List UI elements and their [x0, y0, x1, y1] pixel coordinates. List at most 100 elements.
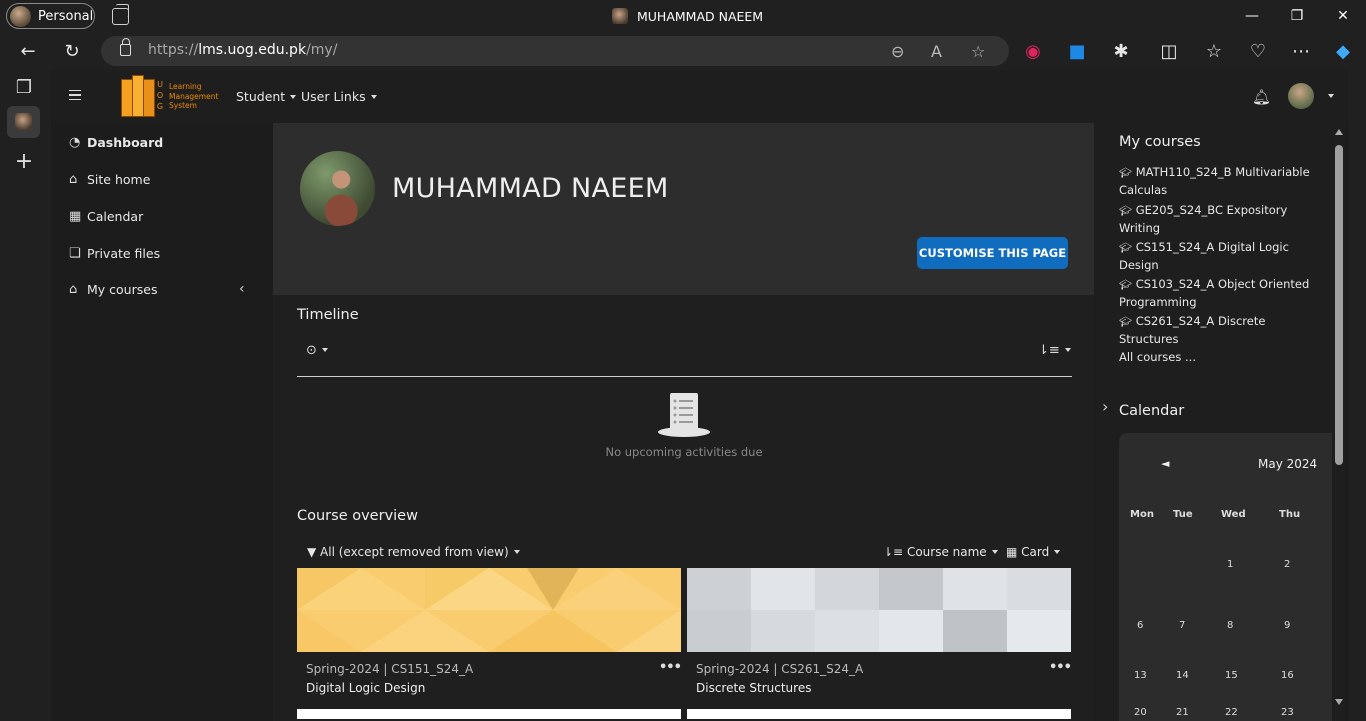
customise-page-button[interactable]: CUSTOMISE THIS PAGE — [917, 237, 1068, 269]
calendar-day[interactable]: 7 — [1179, 620, 1185, 631]
favorites-icon[interactable]: ☆ — [1203, 41, 1225, 63]
calendar-day[interactable]: 2 — [1284, 559, 1290, 570]
chevron-right-icon[interactable]: › — [1102, 397, 1108, 416]
calendar-day[interactable]: 1 — [1227, 559, 1233, 570]
my-course-link[interactable]: 🎓︎ CS261_S24_A Discrete Structures — [1119, 313, 1319, 348]
browser-toolbar: ← ↻ https://lms.uog.edu.pk/my/ ⊖ A ☆ ◉ ■… — [0, 33, 1366, 70]
chevron-left-icon[interactable]: ‹ — [239, 281, 245, 297]
course-card-name[interactable]: Discrete Structures — [696, 681, 811, 695]
drawer-item-dashboard[interactable]: ◔ Dashboard — [69, 135, 163, 150]
tab-actions-icon[interactable] — [112, 4, 129, 25]
favorite-star-icon[interactable]: ☆ — [971, 42, 985, 61]
mini-calendar: ◄ May 2024 Mon Tue Wed Thu 1 2 6 7 8 9 1… — [1119, 433, 1332, 721]
tab-favicon — [15, 113, 32, 130]
calendar-weekday: Thu — [1279, 509, 1301, 520]
my-course-link[interactable]: 🎓︎ CS103_S24_A Object Oriented Programmin… — [1119, 276, 1319, 311]
right-blocks-scrollbar[interactable] — [1333, 123, 1347, 721]
course-sort-dropdown[interactable]: ⇂≡ Course name — [883, 545, 998, 559]
calendar-day[interactable]: 8 — [1227, 620, 1233, 631]
copilot-icon[interactable]: ◆ — [1332, 41, 1354, 63]
sort-icon: ⇂≡ — [1038, 343, 1060, 358]
course-card[interactable]: Spring-2024 | CS261_S24_A Discrete Struc… — [687, 568, 1072, 721]
media-extension-icon[interactable]: ◉ — [1022, 41, 1044, 63]
lock-icon[interactable] — [120, 38, 131, 56]
back-icon[interactable]: ← — [17, 41, 39, 63]
course-card-more-icon[interactable]: ••• — [1049, 660, 1072, 675]
logo-book-3 — [143, 79, 155, 117]
calendar-prev-button[interactable]: ◄ — [1161, 457, 1169, 470]
url-text[interactable]: https://lms.uog.edu.pk/my/ — [148, 42, 337, 58]
extension-icon[interactable]: ■ — [1066, 41, 1088, 63]
address-bar[interactable]: https://lms.uog.edu.pk/my/ ⊖ A ☆ — [101, 36, 1009, 66]
tab-panel-icon[interactable]: ❐ — [14, 78, 34, 98]
course-card-image — [687, 568, 1071, 652]
user-links-menu[interactable]: User Links — [301, 89, 377, 104]
calendar-weekday: Wed — [1221, 509, 1246, 520]
calendar-day[interactable]: 15 — [1225, 670, 1238, 681]
uog-lms-logo[interactable]: UOG Learning Management System — [121, 75, 223, 119]
graduation-cap-icon: 🎓︎ — [1119, 243, 1132, 254]
read-aloud-icon[interactable]: A — [931, 42, 942, 61]
calendar-day[interactable]: 20 — [1134, 707, 1147, 718]
refresh-icon[interactable]: ↻ — [61, 41, 83, 63]
close-window-button[interactable]: ✕ — [1333, 6, 1353, 26]
calendar-day[interactable]: 23 — [1281, 707, 1294, 718]
more-options-icon[interactable]: ⋯ — [1290, 41, 1312, 63]
logo-text: Learning Management System — [169, 82, 219, 110]
right-blocks: › My courses 🎓︎ MATH110_S24_B Multivariab… — [1094, 123, 1332, 721]
timeline-sort-dropdown[interactable]: ⇂≡ — [1038, 343, 1071, 358]
scroll-down-icon[interactable] — [1335, 699, 1343, 705]
notification-bell-icon[interactable]: 🔔︎ — [1252, 88, 1271, 106]
calendar-day[interactable]: 6 — [1137, 620, 1143, 631]
calendar-month: May 2024 — [1258, 457, 1318, 471]
all-courses-link[interactable]: All courses ... — [1119, 350, 1196, 364]
lms-navbar: UOG Learning Management System Student Use… — [51, 70, 1348, 123]
scrollbar-thumb[interactable] — [1335, 145, 1343, 465]
calendar-day[interactable]: 9 — [1284, 620, 1290, 631]
user-menu-caret-icon[interactable] — [1328, 94, 1334, 98]
profile-label: Personal — [38, 8, 94, 24]
calendar-day[interactable]: 16 — [1281, 670, 1294, 681]
course-card-name[interactable]: Digital Logic Design — [306, 681, 425, 695]
active-tab[interactable] — [7, 106, 40, 138]
calendar-day[interactable]: 13 — [1134, 670, 1147, 681]
new-tab-icon[interactable]: + — [14, 151, 34, 173]
course-view-dropdown[interactable]: ▦ Card — [1006, 545, 1060, 559]
student-menu[interactable]: Student — [236, 89, 296, 104]
grid-icon: ▦ — [1006, 545, 1022, 559]
drawer-item-site-home[interactable]: ⌂ Site home — [69, 172, 150, 187]
profile-button[interactable]: Personal — [6, 3, 95, 29]
drawer-item-my-courses[interactable]: ⌂ My courses — [69, 282, 157, 297]
user-avatar[interactable] — [1288, 83, 1314, 109]
timeline-empty-message: No upcoming activities due — [605, 445, 763, 459]
calendar-day[interactable]: 21 — [1176, 707, 1189, 718]
empty-activities-icon — [658, 393, 710, 437]
scroll-up-icon[interactable] — [1335, 129, 1343, 135]
calendar-day[interactable]: 14 — [1176, 670, 1189, 681]
my-course-link[interactable]: 🎓︎ GE205_S24_BC Expository Writing — [1119, 202, 1319, 237]
browser-essentials-icon[interactable]: ♡ — [1247, 41, 1269, 63]
page-header: MUHAMMAD NAEEM CUSTOMISE THIS PAGE — [273, 123, 1094, 295]
course-card[interactable]: Spring-2024 | CS151_S24_A Digital Logic … — [297, 568, 682, 721]
course-card-next-row — [297, 709, 681, 719]
split-screen-icon[interactable]: ◫ — [1158, 41, 1180, 63]
course-filter-dropdown[interactable]: ▼ All (except removed from view) — [307, 545, 520, 559]
drawer-item-private-files[interactable]: ❏ Private files — [69, 246, 160, 261]
timeline-date-filter[interactable]: ⊙ — [306, 343, 328, 358]
zoom-out-icon[interactable]: ⊖ — [891, 42, 904, 61]
drawer-item-calendar[interactable]: ▦ Calendar — [69, 209, 143, 224]
extensions-icon[interactable]: ✱ — [1110, 41, 1132, 63]
graduation-cap-icon: 🎓︎ — [1119, 317, 1132, 328]
minimize-button[interactable]: — — [1242, 6, 1262, 26]
calendar-day[interactable]: 22 — [1225, 707, 1238, 718]
window-title: MUHAMMAD NAEEM — [612, 8, 763, 24]
my-course-link[interactable]: 🎓︎ MATH110_S24_B Multivariable Calculas — [1119, 164, 1319, 199]
my-course-link[interactable]: 🎓︎ CS151_S24_A Digital Logic Design — [1119, 239, 1319, 274]
restore-button[interactable]: ❐ — [1287, 6, 1307, 26]
hamburger-menu-icon[interactable] — [69, 90, 81, 100]
course-card-more-icon[interactable]: ••• — [659, 660, 682, 675]
graduation-cap-icon: 🎓︎ — [1119, 280, 1132, 291]
profile-picture — [300, 151, 375, 226]
logo-letters: UOG — [156, 80, 164, 111]
page-title: MUHAMMAD NAEEM — [392, 173, 669, 204]
